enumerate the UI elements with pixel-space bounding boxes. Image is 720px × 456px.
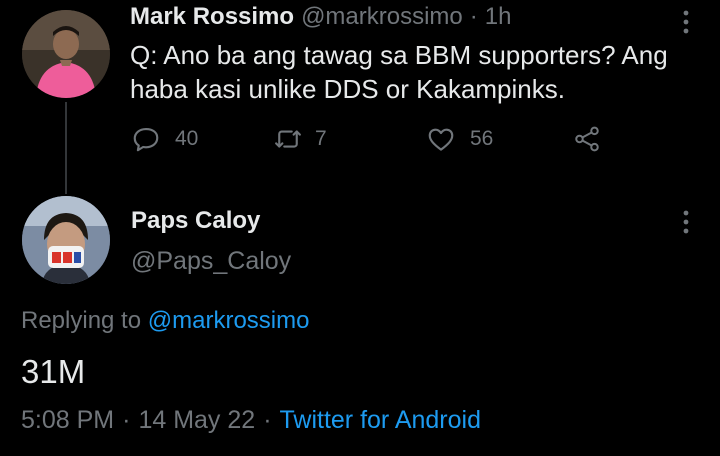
parent-more-icon[interactable] [680,8,692,38]
reply-source-link[interactable]: Twitter for Android [280,406,481,435]
avatar-photo [22,196,110,284]
reply-button[interactable]: 40 [131,124,198,154]
like-count: 56 [470,127,494,150]
reply-date[interactable]: 14 May 22 [138,406,255,435]
share-icon [575,126,599,152]
replying-to-handle-link[interactable]: @markrossimo [148,307,310,334]
parent-text-line2: haba kasi unlike DDS or Kakampinks. [130,74,565,104]
parent-text-line1: Q: Ano ba ang tawag sa BBM supporters? A… [130,40,668,70]
reply-icon [133,127,159,152]
avatar-mark-rossimo[interactable] [22,10,110,98]
reply-meta-separator-2: · [263,406,272,434]
reply-time[interactable]: 5:08 PM [21,406,114,435]
parent-tweet-header: Mark Rossimo @markrossimo · 1h [130,3,511,31]
reply-tweet-text: 31M [21,353,86,390]
retweet-icon [275,130,301,148]
parent-time-separator: · [469,3,478,30]
like-button[interactable]: 56 [426,124,493,154]
avatar-photo [22,10,110,98]
parent-tweet-text: Q: Ano ba ang tawag sa BBM supporters? A… [130,38,710,106]
reply-meta-separator-1: · [122,406,131,434]
reply-more-icon[interactable] [680,208,692,238]
avatar-paps-caloy[interactable] [22,196,110,284]
retweet-button[interactable]: 7 [273,124,327,154]
reply-count: 40 [175,127,199,150]
parent-time-ago[interactable]: 1h [485,3,512,31]
retweet-count: 7 [315,127,327,150]
parent-handle[interactable]: @markrossimo [301,3,463,31]
replying-to-line: Replying to @markrossimo [21,307,309,335]
like-icon [428,128,454,151]
reply-display-name[interactable]: Paps Caloy [131,207,260,235]
parent-display-name[interactable]: Mark Rossimo [130,3,294,31]
reply-handle[interactable]: @Paps_Caloy [131,247,291,276]
share-button[interactable] [572,124,602,154]
replying-to-label: Replying to [21,307,142,334]
thread-connector-line [65,102,67,194]
reply-meta-line: 5:08 PM · 14 May 22 · Twitter for Androi… [21,406,481,435]
